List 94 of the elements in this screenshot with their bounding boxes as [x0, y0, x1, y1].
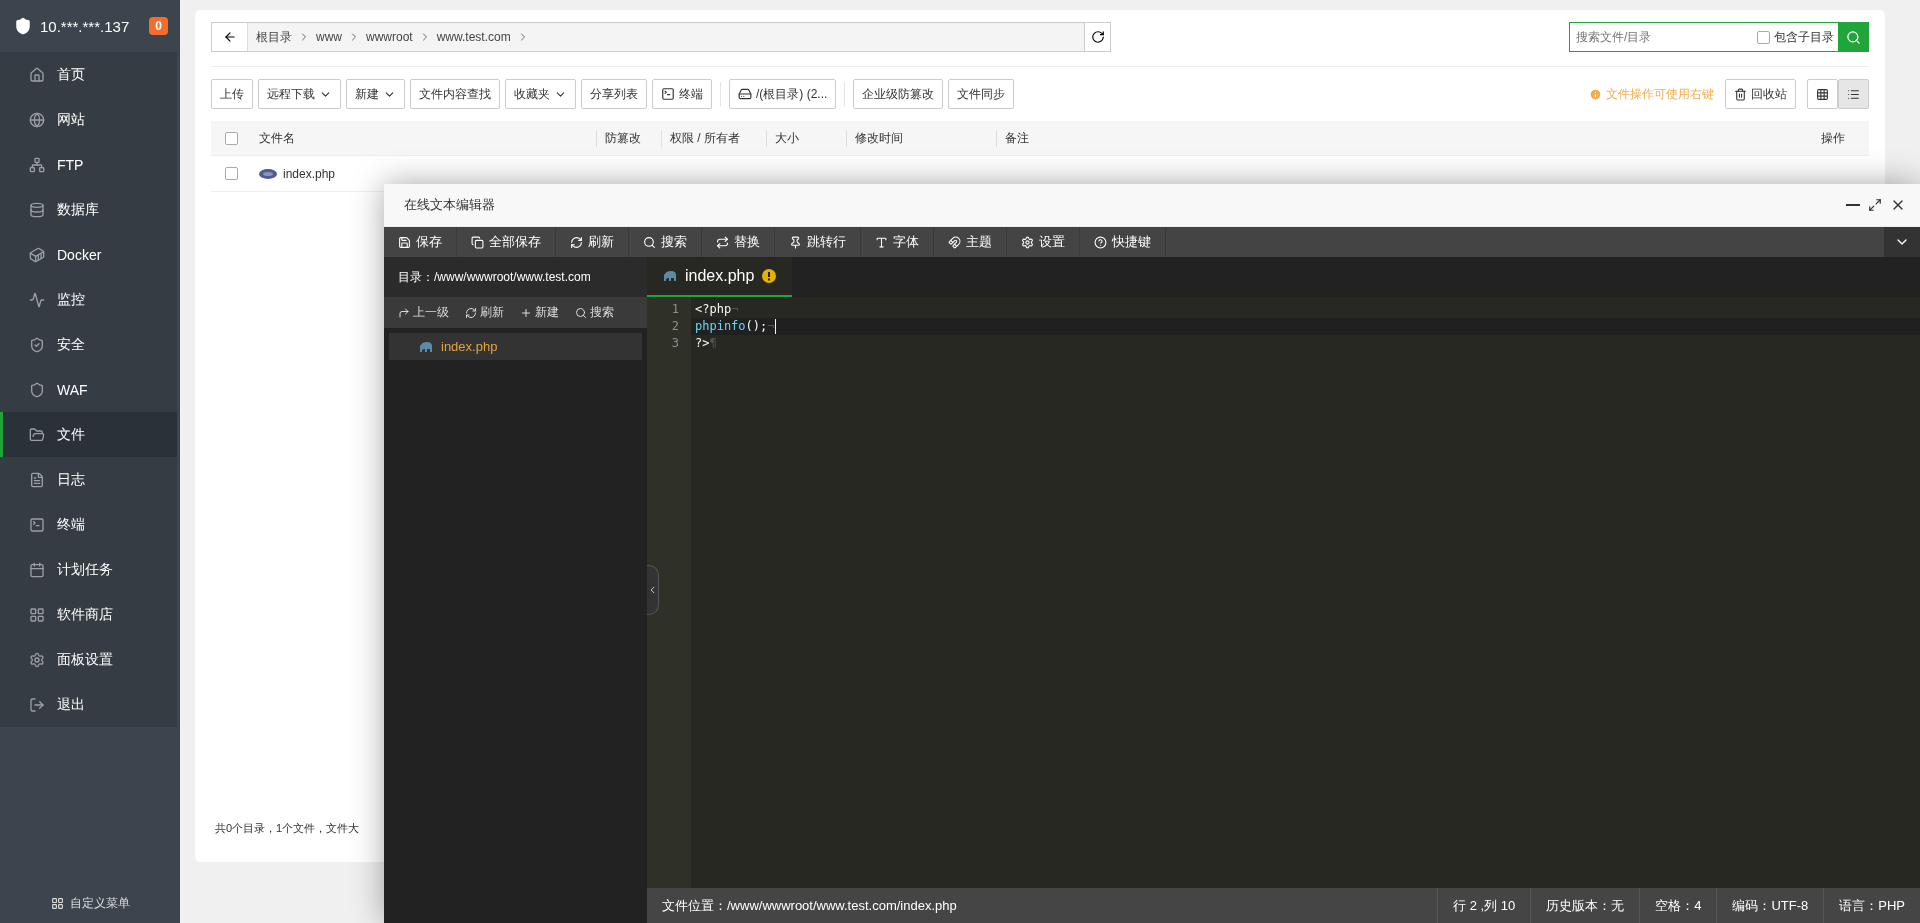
toolbar-button[interactable]: 文件内容查找	[410, 79, 500, 109]
toolbar-button[interactable]: 终端	[652, 79, 712, 109]
refresh-icon	[1090, 30, 1105, 44]
breadcrumb-item[interactable]: www	[314, 30, 344, 44]
list-view-button[interactable]	[1838, 79, 1869, 109]
collapse-button[interactable]	[1884, 227, 1920, 257]
server-address: 10.***.***.137	[40, 17, 131, 35]
code-token: ¶	[709, 335, 717, 352]
sidebar-item[interactable]: 监控	[0, 277, 177, 322]
file-location: 文件位置：/www/wwwroot/www.test.com/index.php	[661, 896, 958, 915]
column-header: 文件名	[258, 129, 296, 147]
toolbar-button[interactable]: 收藏夹	[505, 79, 576, 109]
recycle-bin-button[interactable]: 回收站	[1725, 79, 1796, 109]
sidebar-item[interactable]: 安全	[0, 322, 177, 367]
code-token: ¬	[767, 318, 775, 335]
status-item: 语言：PHP	[1823, 888, 1920, 923]
status-item: 行 2 ,列 10	[1437, 888, 1531, 923]
code-token: ?>	[695, 335, 710, 352]
file-nav-button[interactable]: 新建	[514, 304, 565, 321]
elephant-icon	[663, 271, 677, 281]
code-token: ();	[745, 318, 768, 335]
window-title: 在线文本编辑器	[404, 196, 496, 214]
file-nav-button[interactable]: 刷新	[459, 304, 510, 321]
toolbar-button[interactable]: 远程下载	[258, 79, 341, 109]
code-token: ¬	[731, 301, 739, 318]
checkbox-label: 包含子目录	[1774, 28, 1834, 46]
sidebar-item[interactable]: 软件商店	[0, 592, 177, 637]
sidebar-item[interactable]: Docker	[0, 232, 177, 277]
column-header: 大小	[766, 129, 846, 147]
file-tab[interactable]: index.php	[647, 257, 793, 297]
file-tree-item[interactable]: index.php	[389, 333, 642, 360]
toolbar-button[interactable]: 文件同步	[948, 79, 1015, 109]
sidebar-item[interactable]: 面板设置	[0, 637, 177, 682]
maximize-icon	[1868, 198, 1882, 212]
grid-view-button[interactable]	[1807, 79, 1838, 109]
code-token: phpinfo	[695, 318, 746, 335]
select-all-checkbox[interactable]	[224, 131, 238, 145]
sidebar-item[interactable]: 网站	[0, 97, 177, 142]
sidebar-item[interactable]: 日志	[0, 457, 177, 502]
toolbar-button[interactable]: 上传	[211, 79, 253, 109]
hint-text: 文件操作可使用右键	[1589, 85, 1714, 103]
panel-toggle-handle[interactable]	[647, 565, 659, 615]
breadcrumb-item[interactable]: www.test.com	[434, 30, 513, 44]
toolbar-button[interactable]: 企业级防篡改	[853, 79, 944, 109]
sidebar-item[interactable]: 终端	[0, 502, 177, 547]
sidebar-item[interactable]: 文件	[0, 412, 177, 457]
terminal-icon	[661, 87, 675, 101]
info-icon	[1589, 87, 1602, 101]
row-checkbox[interactable]	[224, 167, 238, 180]
sidebar-item[interactable]: 退出	[0, 682, 177, 727]
text-cursor	[774, 319, 776, 334]
file-name[interactable]: index.php	[283, 166, 336, 181]
status-item: 历史版本：无	[1530, 888, 1640, 923]
sidebar-item[interactable]: 数据库	[0, 187, 177, 232]
back-button[interactable]	[212, 23, 248, 51]
line-number: 1	[670, 301, 680, 318]
arrow-left-icon	[222, 30, 237, 44]
minimize-icon	[1846, 204, 1860, 206]
breadcrumb-item[interactable]: 根目录	[254, 28, 294, 46]
sidebar-item[interactable]: 首页	[0, 52, 177, 97]
line-number: 2	[670, 318, 680, 335]
grid-icon	[50, 896, 64, 910]
drive-icon	[738, 87, 752, 101]
search-icon	[1845, 29, 1861, 45]
summary-text: 共0个目录，1个文件，文件大	[214, 821, 361, 836]
search-bar[interactable]: 搜索文件/目录 包含子目录	[1569, 22, 1869, 52]
toolbar-button[interactable]: 新建	[346, 79, 405, 109]
toolbar-button[interactable]: 分享列表	[581, 79, 647, 109]
shield-logo-icon	[14, 17, 32, 35]
refresh-button[interactable]	[1084, 23, 1110, 51]
file-nav-button[interactable]: 上一级	[392, 304, 455, 321]
search-button[interactable]	[1838, 23, 1868, 51]
column-header: 权限 / 所有者	[661, 129, 766, 147]
sidebar-item[interactable]: 计划任务	[0, 547, 177, 592]
grid-icon	[1816, 87, 1829, 101]
column-header: 防篡改	[596, 129, 661, 147]
toolbar-button[interactable]: /(根目录) (2...	[729, 79, 837, 109]
customize-menu-link[interactable]: 自定义菜单	[0, 883, 180, 923]
directory-path: 目录：/www/wwwroot/www.test.com	[384, 257, 647, 297]
line-number: 3	[670, 335, 680, 352]
trash-icon	[1734, 87, 1747, 101]
status-item: 空格：4	[1639, 888, 1717, 923]
file-nav-button[interactable]: 搜索	[569, 304, 620, 321]
elephant-icon	[419, 341, 433, 352]
status-item: 编码：UTF-8	[1716, 888, 1824, 923]
sidebar-item[interactable]: FTP	[0, 142, 177, 187]
checkbox[interactable]	[1757, 30, 1770, 44]
column-header: 修改时间	[846, 129, 996, 147]
code-token: <?php	[695, 301, 732, 318]
breadcrumb-item[interactable]: wwwroot	[364, 30, 415, 44]
list-icon	[1847, 87, 1860, 101]
column-header: 操作	[1820, 129, 1846, 147]
sidebar-item[interactable]: WAF	[0, 367, 177, 412]
column-header: 备注	[996, 129, 1431, 147]
